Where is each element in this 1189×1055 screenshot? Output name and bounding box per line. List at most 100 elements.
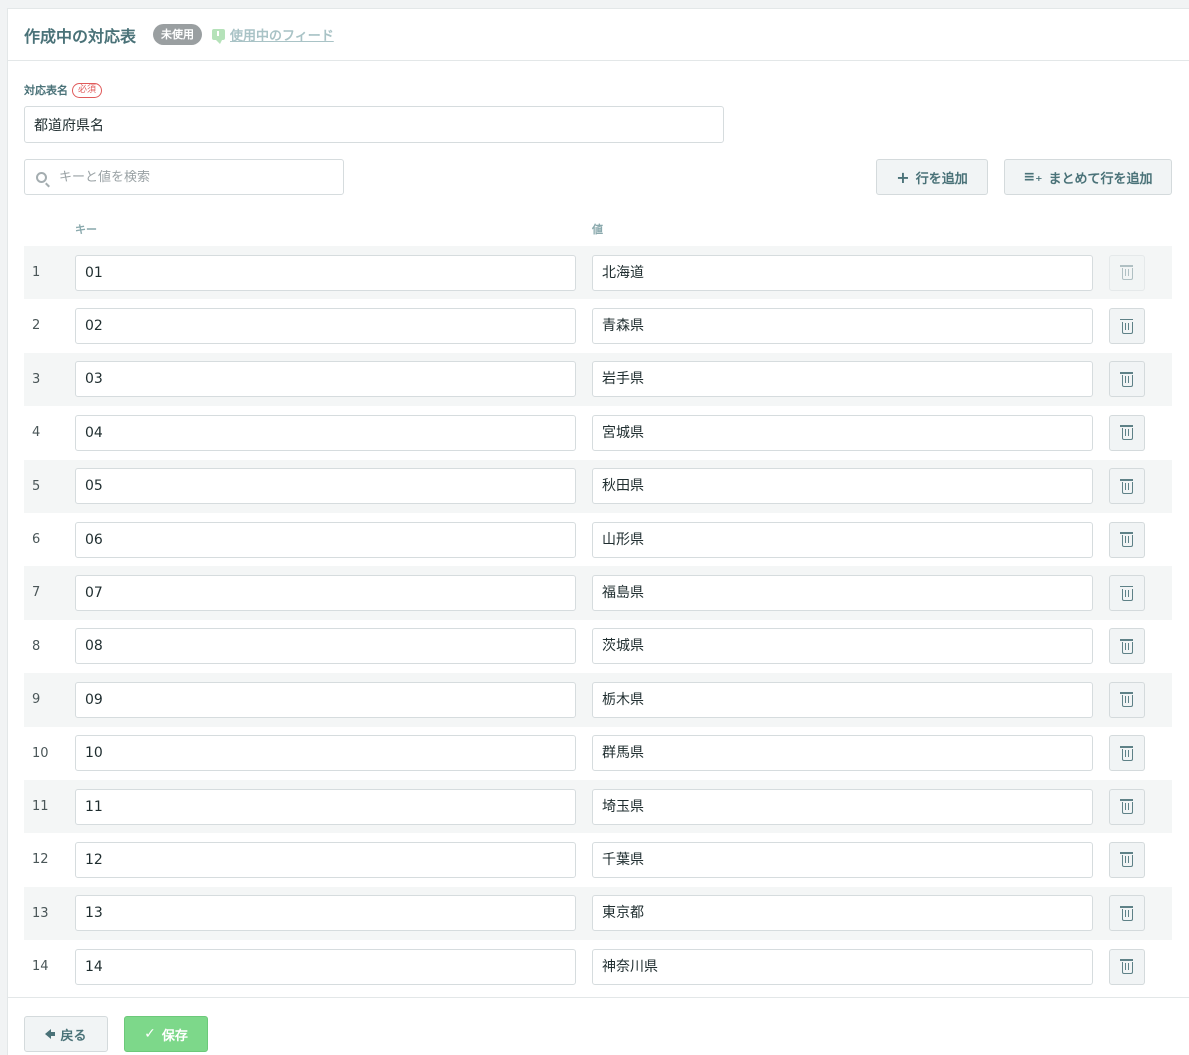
key-input[interactable]: 13 — [75, 895, 576, 932]
key-input[interactable]: 09 — [75, 681, 576, 718]
key-input[interactable]: 10 — [75, 735, 576, 772]
delete-row-button[interactable] — [1109, 735, 1145, 772]
value-input[interactable]: 千葉県 — [592, 841, 1093, 878]
value-input[interactable]: 宮城県 — [592, 414, 1093, 451]
delete-row-button[interactable] — [1109, 308, 1145, 345]
plus-icon: + — [896, 167, 910, 187]
delete-row-button[interactable] — [1109, 468, 1145, 505]
page-title: 作成中の対応表 — [24, 26, 137, 46]
table-row: 12 12 千葉県 — [24, 833, 1172, 886]
arrow-left-icon — [45, 1029, 56, 1039]
row-number: 1 — [32, 265, 41, 280]
delete-row-button[interactable] — [1109, 948, 1145, 985]
required-badge: 必須 — [72, 82, 103, 98]
value-input[interactable]: 神奈川県 — [592, 948, 1093, 985]
trash-icon — [1119, 799, 1133, 815]
key-input[interactable]: 05 — [75, 468, 576, 505]
row-number: 6 — [32, 531, 41, 547]
table-name-input[interactable] — [24, 106, 724, 143]
add-row-button[interactable]: + 行を追加 — [876, 159, 988, 195]
table-row: 2 02 青森県 — [24, 299, 1172, 352]
search-box[interactable] — [24, 159, 344, 195]
panel-header: 作成中の対応表 未使用 使用中のフィード — [8, 9, 1189, 61]
value-input[interactable]: 福島県 — [592, 575, 1093, 612]
name-label-text: 対応表名 — [24, 84, 68, 97]
back-label: 戻る — [60, 1028, 87, 1044]
table-row: 5 05 秋田県 — [24, 459, 1172, 513]
save-button[interactable]: ✓ 保存 — [124, 1016, 208, 1052]
table-row: 1 01 北海道 — [24, 246, 1172, 300]
key-input[interactable]: 08 — [75, 628, 576, 665]
name-field-label: 対応表名 必須 — [24, 82, 103, 98]
trash-icon — [1119, 959, 1133, 975]
status-badge: 未使用 — [153, 24, 203, 45]
bulk-add-rows-button[interactable]: ≡₊ まとめて行を追加 — [1004, 159, 1172, 195]
back-button[interactable]: 戻る — [24, 1016, 108, 1052]
value-input[interactable]: 青森県 — [592, 308, 1093, 345]
trash-icon — [1119, 585, 1133, 601]
row-number: 7 — [32, 585, 41, 601]
add-row-label: 行を追加 — [915, 171, 968, 187]
table-row: 7 07 福島県 — [24, 566, 1172, 620]
trash-icon — [1119, 905, 1133, 921]
value-input[interactable]: 栃木県 — [592, 681, 1093, 718]
bulk-add-label: まとめて行を追加 — [1048, 171, 1153, 187]
delete-row-button[interactable] — [1109, 895, 1145, 932]
feed-link-label: 使用中のフィード — [230, 29, 334, 44]
row-number: 8 — [32, 638, 41, 654]
table-row: 6 06 山形県 — [24, 513, 1172, 566]
feed-link[interactable]: 使用中のフィード — [212, 25, 334, 44]
delete-row-button[interactable] — [1109, 521, 1145, 558]
delete-row-button[interactable] — [1109, 681, 1145, 718]
row-number: 5 — [32, 478, 41, 494]
delete-row-button[interactable] — [1109, 628, 1145, 665]
table-row: 10 10 群馬県 — [24, 727, 1172, 780]
trash-icon — [1119, 692, 1133, 708]
trash-icon — [1119, 318, 1133, 334]
key-input[interactable]: 07 — [75, 575, 576, 612]
value-input[interactable]: 茨城県 — [592, 628, 1093, 665]
key-input[interactable]: 06 — [75, 521, 576, 558]
key-input[interactable]: 14 — [75, 948, 576, 985]
row-number: 14 — [32, 959, 49, 975]
key-input[interactable]: 04 — [75, 414, 576, 451]
delete-row-button[interactable] — [1109, 361, 1145, 398]
delete-row-button[interactable] — [1109, 254, 1145, 291]
value-input[interactable]: 東京都 — [592, 895, 1093, 932]
trash-icon — [1119, 371, 1133, 387]
row-number: 11 — [32, 798, 49, 814]
table-row: 14 14 神奈川県 — [24, 940, 1172, 993]
row-number: 4 — [32, 425, 41, 441]
search-input[interactable] — [59, 169, 329, 185]
row-number: 12 — [32, 852, 49, 868]
trash-icon — [1119, 425, 1133, 441]
table-row: 9 09 栃木県 — [24, 673, 1172, 727]
value-input[interactable]: 岩手県 — [592, 361, 1093, 398]
key-column-header: キー — [75, 223, 97, 236]
key-input[interactable]: 11 — [75, 788, 576, 825]
key-input[interactable]: 03 — [75, 361, 576, 398]
trash-icon — [1119, 532, 1133, 548]
table-row: 3 03 岩手県 — [24, 352, 1172, 407]
panel-footer: 戻る ✓ 保存 — [8, 997, 1189, 1055]
key-input[interactable]: 01 — [75, 254, 576, 291]
row-number: 9 — [32, 692, 41, 708]
trash-icon — [1119, 638, 1133, 654]
list-add-icon: ≡₊ — [1023, 169, 1043, 185]
mapping-table-panel: 作成中の対応表 未使用 使用中のフィード 対応表名 必須 + 行を追加 ≡₊ ま… — [7, 8, 1189, 1055]
value-input[interactable]: 山形県 — [592, 521, 1093, 558]
value-input[interactable]: 北海道 — [592, 254, 1093, 291]
table-row: 11 11 埼玉県 — [24, 779, 1172, 834]
delete-row-button[interactable] — [1109, 841, 1145, 878]
delete-row-button[interactable] — [1109, 575, 1145, 612]
key-input[interactable]: 02 — [75, 308, 576, 345]
value-input[interactable]: 群馬県 — [592, 735, 1093, 772]
value-input[interactable]: 秋田県 — [592, 468, 1093, 505]
delete-row-button[interactable] — [1109, 788, 1145, 825]
search-icon — [36, 171, 47, 183]
table-row: 4 04 宮城県 — [24, 406, 1172, 459]
delete-row-button[interactable] — [1109, 414, 1145, 451]
value-input[interactable]: 埼玉県 — [592, 788, 1093, 825]
check-icon: ✓ — [144, 1026, 156, 1042]
key-input[interactable]: 12 — [75, 841, 576, 878]
